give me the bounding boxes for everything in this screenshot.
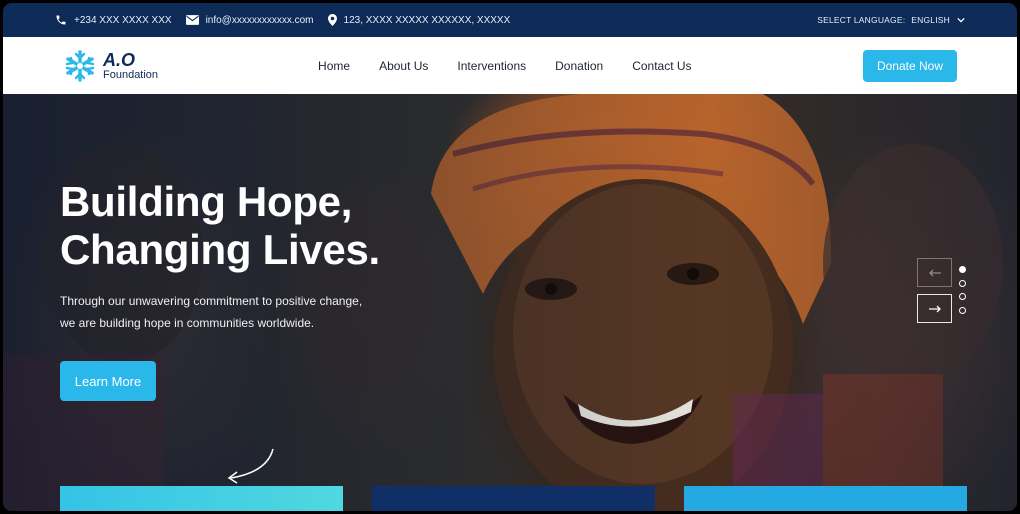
slider-dot-3[interactable] bbox=[959, 293, 966, 300]
site-logo[interactable]: A.O Foundation bbox=[63, 49, 158, 83]
phone-contact[interactable]: +234 XXX XXXX XXX bbox=[55, 14, 172, 26]
nav-home[interactable]: Home bbox=[318, 59, 350, 73]
language-value: ENGLISH bbox=[911, 15, 950, 25]
nav-interventions[interactable]: Interventions bbox=[457, 59, 526, 73]
hero-title-line-2: Changing Lives. bbox=[60, 226, 380, 273]
hero-content: Building Hope, Changing Lives. Through o… bbox=[60, 178, 380, 401]
feature-card-1[interactable] bbox=[60, 486, 343, 511]
slider-arrows bbox=[917, 258, 952, 330]
hero-title: Building Hope, Changing Lives. bbox=[60, 178, 380, 274]
feature-card-2[interactable] bbox=[372, 486, 655, 511]
arrow-right-icon bbox=[928, 305, 941, 312]
learn-more-button[interactable]: Learn More bbox=[60, 361, 156, 401]
site-header: A.O Foundation Home About Us Interventio… bbox=[3, 37, 1017, 94]
nav-about-us[interactable]: About Us bbox=[379, 59, 428, 73]
logo-subtitle: Foundation bbox=[103, 68, 159, 81]
chevron-down-icon bbox=[957, 17, 965, 23]
curved-arrow-icon bbox=[227, 448, 274, 484]
hero-banner: Building Hope, Changing Lives. Through o… bbox=[3, 94, 1017, 511]
phone-text: +234 XXX XXXX XXX bbox=[74, 14, 172, 26]
arrow-left-icon bbox=[928, 269, 941, 276]
main-nav: Home About Us Interventions Donation Con… bbox=[318, 59, 721, 73]
slider-dot-1[interactable] bbox=[959, 266, 966, 273]
email-contact[interactable]: info@xxxxxxxxxxxx.com bbox=[185, 14, 314, 26]
donate-now-button[interactable]: Donate Now bbox=[863, 49, 957, 82]
email-text: info@xxxxxxxxxxxx.com bbox=[205, 14, 314, 26]
slider-dot-2[interactable] bbox=[959, 279, 966, 287]
nav-contact-us[interactable]: Contact Us bbox=[632, 59, 691, 73]
feature-card-3[interactable] bbox=[684, 486, 967, 511]
logo-title: A.O bbox=[103, 49, 136, 70]
language-selector[interactable]: SELECT LANGUAGE: ENGLISH bbox=[817, 15, 965, 25]
address-text: 123, XXXX XXXXX XXXXXX, XXXXX bbox=[343, 14, 511, 26]
slider-next-button[interactable] bbox=[917, 294, 952, 323]
nav-donation[interactable]: Donation bbox=[555, 59, 603, 73]
phone-icon bbox=[56, 15, 66, 25]
hero-description: Through our unwavering commitment to pos… bbox=[60, 290, 380, 334]
mail-icon bbox=[185, 15, 199, 25]
language-label: SELECT LANGUAGE: bbox=[817, 15, 906, 25]
top-info-bar: +234 XXX XXXX XXX info@xxxxxxxxxxxx.com … bbox=[3, 3, 1017, 37]
browser-frame: +234 XXX XXXX XXX info@xxxxxxxxxxxx.com … bbox=[0, 0, 1020, 514]
address-contact: 123, XXXX XXXXX XXXXXX, XXXXX bbox=[327, 14, 511, 26]
slider-prev-button[interactable] bbox=[917, 258, 952, 287]
hero-description-line-2: we are building hope in communities worl… bbox=[60, 316, 315, 330]
hero-title-line-1: Building Hope, bbox=[60, 178, 353, 225]
hero-description-line-1: Through our unwavering commitment to pos… bbox=[60, 294, 363, 308]
location-pin-icon bbox=[327, 14, 337, 26]
slider-dots bbox=[959, 266, 966, 320]
slider-dot-4[interactable] bbox=[959, 306, 966, 314]
snowflake-logo-icon bbox=[65, 49, 95, 82]
